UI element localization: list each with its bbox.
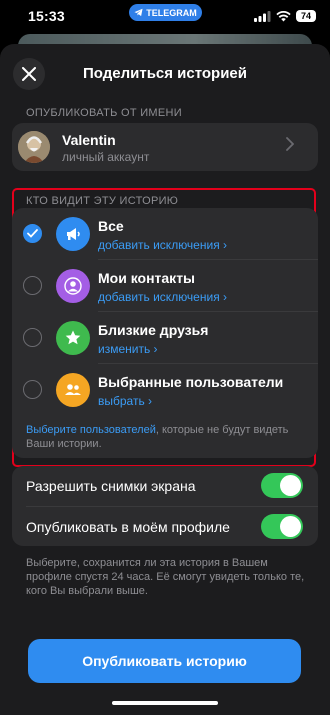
star-icon [56,321,90,355]
audience-options-list: Все добавить исключения › Мои контакты д… [12,208,318,458]
audience-option-label: Мои контакты [98,270,196,286]
audience-option-selected-users[interactable]: Выбранные пользователи выбрать › [12,364,318,416]
status-time: 15:33 [28,8,65,24]
home-indicator [112,701,218,705]
add-exceptions-link[interactable]: добавить исключения › [98,290,227,304]
radio-selected-users[interactable] [23,380,42,399]
radio-close-friends[interactable] [23,328,42,347]
select-link[interactable]: выбрать › [98,394,152,408]
audience-option-everyone[interactable]: Все добавить исключения › [12,208,318,260]
wifi-icon [276,10,291,21]
status-indicators: 74 [254,10,316,22]
edit-link[interactable]: изменить › [98,342,158,356]
account-type: личный аккаунт [62,150,150,164]
post-to-profile-row[interactable]: Опубликовать в моём профиле [12,507,318,547]
audience-option-label: Выбранные пользователи [98,374,284,390]
audience-section-label: КТО ВИДИТ ЭТУ ИСТОРИЮ [26,195,179,207]
publish-as-account-row[interactable]: Valentin личный аккаунт [12,123,318,171]
post-to-profile-label: Опубликовать в моём профиле [26,519,230,535]
profile-footnote: Выберите, сохранится ли эта история в Ва… [26,557,305,597]
signal-icon [254,10,271,22]
app-return-pill[interactable]: TELEGRAM [129,4,202,21]
people-icon [56,373,90,407]
share-story-sheet: Поделиться историей ОПУБЛИКОВАТЬ ОТ ИМЕН… [0,44,330,715]
checkmark-icon [27,229,38,238]
post-to-profile-toggle[interactable] [261,514,303,539]
audience-option-label: Близкие друзья [98,322,209,338]
audience-option-contacts[interactable]: Мои контакты добавить исключения › [12,260,318,312]
allow-screenshots-row[interactable]: Разрешить снимки экрана [12,466,318,506]
sheet-title: Поделиться историей [82,65,247,82]
person-icon [56,269,90,303]
megaphone-icon [56,217,90,251]
battery-indicator: 74 [296,10,316,22]
telegram-plane-icon [134,8,143,17]
account-name: Valentin [62,132,116,148]
settings-toggles: Разрешить снимки экрана Опубликовать в м… [12,466,318,546]
publish-as-section-label: ОПУБЛИКОВАТЬ ОТ ИМЕНИ [26,107,182,119]
publish-story-button[interactable]: Опубликовать историю [28,639,301,683]
add-exceptions-link[interactable]: добавить исключения › [98,238,227,252]
audience-footnote: Выберите пользователей, которые не будут… [26,423,308,451]
allow-screenshots-label: Разрешить снимки экрана [26,478,196,494]
radio-contacts[interactable] [23,276,42,295]
radio-everyone[interactable] [23,224,42,243]
select-users-link[interactable]: Выберите пользователей [26,424,156,436]
avatar [18,131,50,163]
audience-option-label: Все [98,218,124,234]
allow-screenshots-toggle[interactable] [261,473,303,498]
chevron-right-icon [286,137,294,151]
audience-option-close-friends[interactable]: Близкие друзья изменить › [12,312,318,364]
app-pill-label: TELEGRAM [146,7,197,18]
